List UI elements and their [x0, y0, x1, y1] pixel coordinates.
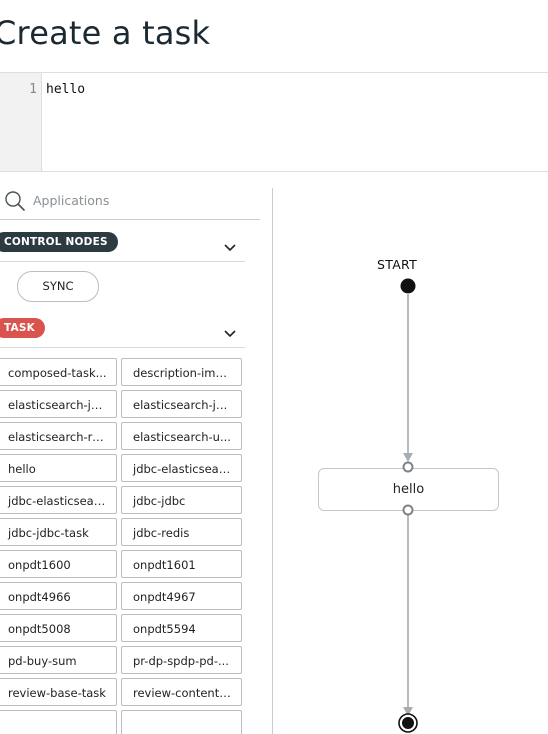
task-item[interactable]: onpdt4966 [0, 582, 117, 610]
search-icon [4, 190, 26, 216]
task-item[interactable]: elasticsearch-jd... [0, 390, 117, 418]
task-item[interactable]: hello [0, 454, 117, 482]
task-list: composed-task... description-ima... elas… [0, 358, 246, 734]
control-nodes-badge: CONTROL NODES [0, 232, 118, 252]
start-node[interactable] [400, 278, 416, 294]
task-badge: TASK [0, 318, 45, 338]
task-item[interactable]: elasticsearch-u... [121, 422, 242, 450]
code-line[interactable]: hello [46, 82, 85, 97]
group-task[interactable]: TASK [0, 315, 245, 348]
dsl-editor[interactable]: 1 hello [0, 73, 548, 172]
search-bar [0, 186, 260, 220]
task-item[interactable]: elasticsearch-re... [0, 422, 117, 450]
chevron-down-icon[interactable] [223, 238, 237, 257]
flow-canvas[interactable]: START hello [273, 172, 548, 734]
task-item[interactable]: jdbc-redis [121, 518, 242, 546]
start-label: START [377, 257, 418, 272]
task-item[interactable]: description-ima... [121, 358, 242, 386]
task-item[interactable] [121, 710, 242, 734]
group-control-nodes[interactable]: CONTROL NODES [0, 229, 245, 262]
task-item[interactable]: onpdt1600 [0, 550, 117, 578]
task-item[interactable]: jdbc-jdbc-task [0, 518, 117, 546]
search-input[interactable] [33, 190, 253, 210]
task-item[interactable]: jdbc-jdbc [121, 486, 242, 514]
task-item[interactable]: elasticsearch-jd... [121, 390, 242, 418]
task-item[interactable] [0, 710, 117, 734]
task-item[interactable]: review-base-task [0, 678, 117, 706]
editor-gutter: 1 [0, 73, 42, 171]
task-item[interactable]: onpdt5008 [0, 614, 117, 642]
task-item[interactable]: composed-task... [0, 358, 117, 386]
chevron-down-icon[interactable] [223, 324, 237, 343]
task-item[interactable]: pd-buy-sum [0, 646, 117, 674]
arrow-head [403, 453, 413, 462]
task-item[interactable]: pr-dp-spdp-pd-... [121, 646, 242, 674]
page-title: Create a task [0, 14, 211, 52]
task-item[interactable]: onpdt1601 [121, 550, 242, 578]
task-node-hello[interactable]: hello [318, 468, 499, 511]
task-item[interactable]: onpdt4967 [121, 582, 242, 610]
task-item[interactable]: onpdt5594 [121, 614, 242, 642]
task-item[interactable]: review-content-... [121, 678, 242, 706]
end-node-core [402, 717, 414, 729]
task-item[interactable]: jdbc-elasticsear... [0, 486, 117, 514]
sync-node-button[interactable]: SYNC [17, 271, 99, 302]
app-palette: CONTROL NODES SYNC TASK composed-task...… [0, 172, 272, 734]
task-item[interactable]: jdbc-elasticsear... [121, 454, 242, 482]
line-number: 1 [29, 82, 37, 97]
